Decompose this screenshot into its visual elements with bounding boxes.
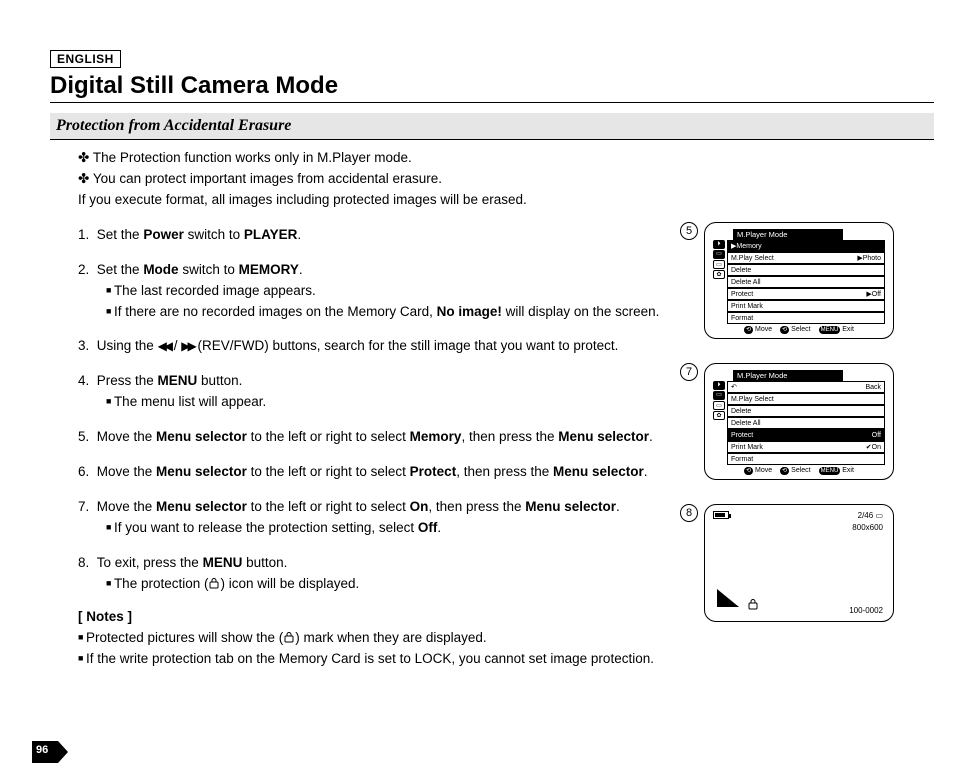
menu-delete-all: Delete All xyxy=(727,276,885,288)
intro-line: You can protect important images from ac… xyxy=(78,169,730,190)
menu-protect: ProtectOff xyxy=(727,429,885,441)
move-icon: ⟲ xyxy=(744,326,753,334)
intro-line: If you execute format, all images includ… xyxy=(78,190,730,211)
move-icon: ⟲ xyxy=(744,467,753,475)
screen-panels: 5 M.Player Mode ⏵ ▭ ▭ ✿ ▶Memory M.Play S… xyxy=(704,222,934,646)
step-number-8: 8 xyxy=(680,504,698,522)
lock-icon xyxy=(208,575,220,587)
screen-title: M.Player Mode xyxy=(733,229,843,240)
tape-icon: ▭ xyxy=(713,401,725,410)
camera-icon: ⏵ xyxy=(713,240,725,249)
step-2: 2. Set the Mode switch to MEMORY. xyxy=(78,260,730,281)
menu-format: Format xyxy=(727,312,885,324)
image-counter: 2/46 ▭ xyxy=(858,511,883,520)
menu-delete-all: Delete All xyxy=(727,417,885,429)
intro-line: The Protection function works only in M.… xyxy=(78,148,730,169)
camera-icon: ⏵ xyxy=(713,381,725,390)
menu-print-mark: Print Mark xyxy=(727,300,885,312)
battery-icon xyxy=(713,511,729,519)
slide-play-icon xyxy=(717,589,739,607)
panel-7: 7 M.Player Mode ⏵ ▭ ▭ ✿ ↶ Back M.Play Se… xyxy=(704,363,934,480)
step-2-sub: The last recorded image appears. xyxy=(106,281,730,302)
menu-mplay-select: M.Play Select▶Photo xyxy=(727,252,885,264)
image-resolution: 800x600 xyxy=(852,523,883,532)
gear-icon: ✿ xyxy=(713,270,725,279)
menu-protect: Protect▶Off xyxy=(727,288,885,300)
note-line: If the write protection tab on the Memor… xyxy=(78,649,730,670)
step-8-sub: The protection () icon will be displayed… xyxy=(106,574,730,595)
step-number-7: 7 xyxy=(680,363,698,381)
screen-footer: ⟲ Move ⟲ Select MENU Exit xyxy=(713,326,885,334)
step-2-sub: If there are no recorded images on the M… xyxy=(106,302,730,323)
tape-icon: ▭ xyxy=(713,260,725,269)
select-icon: ⟲ xyxy=(780,326,789,334)
forward-icon: ▶▶ xyxy=(181,339,193,353)
step-5: 5. Move the Menu selector to the left or… xyxy=(78,427,730,448)
step-7: 7. Move the Menu selector to the left or… xyxy=(78,497,730,518)
menu-back: ↶ Back xyxy=(727,381,885,393)
menu-delete: Delete xyxy=(727,264,885,276)
memory-icon: ▭ xyxy=(713,391,725,400)
menu-format: Format xyxy=(727,453,885,465)
page-title: Digital Still Camera Mode xyxy=(50,72,934,103)
step-4-sub: The menu list will appear. xyxy=(106,392,730,413)
step-number-5: 5 xyxy=(680,222,698,240)
lock-icon xyxy=(747,598,759,613)
menu-pill: MENU xyxy=(819,467,841,475)
page-number: 96 xyxy=(36,744,48,756)
step-4: 4. Press the MENU button. xyxy=(78,371,730,392)
camera-screen-7: M.Player Mode ⏵ ▭ ▭ ✿ ↶ Back M.Play Sele… xyxy=(704,363,894,480)
body-content: The Protection function works only in M.… xyxy=(50,148,730,670)
language-badge: ENGLISH xyxy=(50,50,121,68)
camera-screen-5: M.Player Mode ⏵ ▭ ▭ ✿ ▶Memory M.Play Sel… xyxy=(704,222,894,339)
panel-8: 8 2/46 ▭ 800x600 100-0002 xyxy=(704,504,934,622)
note-line: Protected pictures will show the () mark… xyxy=(78,628,730,649)
step-7-sub: If you want to release the protection se… xyxy=(106,518,730,539)
menu-memory: ▶Memory xyxy=(727,240,885,252)
select-icon: ⟲ xyxy=(780,467,789,475)
section-subtitle: Protection from Accidental Erasure xyxy=(50,113,934,140)
menu-mplay-select: M.Play Select xyxy=(727,393,885,405)
notes-header: [ Notes ] xyxy=(78,607,730,628)
rewind-icon: ◀◀ xyxy=(158,339,170,353)
step-1: 1. Set the Power switch to PLAYER. xyxy=(78,225,730,246)
step-8: 8. To exit, press the MENU button. xyxy=(78,553,730,574)
page-number-tab: 96 xyxy=(32,741,68,763)
menu-delete: Delete xyxy=(727,405,885,417)
screen-footer: ⟲ Move ⟲ Select MENU Exit xyxy=(713,467,885,475)
step-6: 6. Move the Menu selector to the left or… xyxy=(78,462,730,483)
menu-print-mark: Print Mark✔On xyxy=(727,441,885,453)
gear-icon: ✿ xyxy=(713,411,725,420)
panel-5: 5 M.Player Mode ⏵ ▭ ▭ ✿ ▶Memory M.Play S… xyxy=(704,222,934,339)
menu-pill: MENU xyxy=(819,326,841,334)
image-file-number: 100-0002 xyxy=(849,606,883,615)
camera-screen-8: 2/46 ▭ 800x600 100-0002 xyxy=(704,504,894,622)
screen-title: M.Player Mode xyxy=(733,370,843,381)
step-3: 3. Using the ◀◀ / ▶▶ (REV/FWD) buttons, … xyxy=(78,336,730,357)
lock-icon xyxy=(283,629,295,641)
memory-icon: ▭ xyxy=(713,250,725,259)
card-icon: ▭ xyxy=(875,511,883,520)
